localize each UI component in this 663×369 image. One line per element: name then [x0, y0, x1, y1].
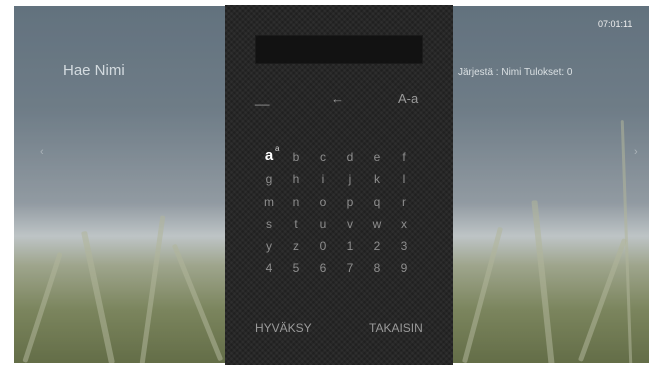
key-e[interactable]: e — [367, 150, 387, 164]
key-q[interactable]: q — [367, 195, 387, 209]
key-1[interactable]: 1 — [340, 239, 360, 253]
frame-left — [0, 0, 14, 369]
key-g[interactable]: g — [259, 172, 279, 186]
chevron-right-icon[interactable]: › — [634, 146, 638, 158]
key-6[interactable]: 6 — [313, 261, 333, 275]
key-c[interactable]: c — [313, 150, 333, 164]
key-p[interactable]: p — [340, 195, 360, 209]
key-l[interactable]: l — [394, 172, 414, 186]
key-s[interactable]: s — [259, 217, 279, 231]
space-key[interactable]: __ — [255, 91, 269, 106]
key-5[interactable]: 5 — [286, 261, 306, 275]
case-toggle-key[interactable]: A-a — [398, 91, 418, 106]
key-9[interactable]: 9 — [394, 261, 414, 275]
key-n[interactable]: n — [286, 195, 306, 209]
onscreen-keyboard: __ ← A-a abcdef ghijkl mnopqr stuvwx yz0123 4… — [225, 5, 453, 365]
key-y[interactable]: y — [259, 239, 279, 253]
backspace-key[interactable]: ← — [331, 91, 344, 106]
accept-button[interactable]: HYVÄKSY — [255, 321, 312, 335]
key-0[interactable]: 0 — [313, 239, 333, 253]
key-3[interactable]: 3 — [394, 239, 414, 253]
page-title: Hae Nimi — [63, 62, 125, 79]
chevron-left-icon[interactable]: ‹ — [40, 146, 44, 158]
key-t[interactable]: t — [286, 217, 306, 231]
back-button[interactable]: TAKAISIN — [369, 321, 423, 335]
key-u[interactable]: u — [313, 217, 333, 231]
dim-overlay-left — [0, 0, 225, 369]
key-2[interactable]: 2 — [367, 239, 387, 253]
key-m[interactable]: m — [259, 195, 279, 209]
key-8[interactable]: 8 — [367, 261, 387, 275]
key-4[interactable]: 4 — [259, 261, 279, 275]
search-input[interactable] — [255, 35, 423, 64]
key-h[interactable]: h — [286, 172, 306, 186]
key-z[interactable]: z — [286, 239, 306, 253]
sort-results-info: Järjestä : Nimi Tulokset: 0 — [458, 67, 573, 78]
key-w[interactable]: w — [367, 217, 387, 231]
key-b[interactable]: b — [286, 150, 306, 164]
key-r[interactable]: r — [394, 195, 414, 209]
key-j[interactable]: j — [340, 172, 360, 186]
selected-key-marker: a — [275, 144, 280, 153]
key-d[interactable]: d — [340, 150, 360, 164]
dim-overlay-right — [453, 0, 663, 369]
key-v[interactable]: v — [340, 217, 360, 231]
key-f[interactable]: f — [394, 150, 414, 164]
key-o[interactable]: o — [313, 195, 333, 209]
clock: 07:01:11 — [598, 19, 633, 29]
key-k[interactable]: k — [367, 172, 387, 186]
key-7[interactable]: 7 — [340, 261, 360, 275]
key-i[interactable]: i — [313, 172, 333, 186]
frame-right — [649, 0, 663, 369]
key-x[interactable]: x — [394, 217, 414, 231]
screen: Hae Nimi 07:01:11 Järjestä : Nimi Tuloks… — [0, 0, 663, 369]
